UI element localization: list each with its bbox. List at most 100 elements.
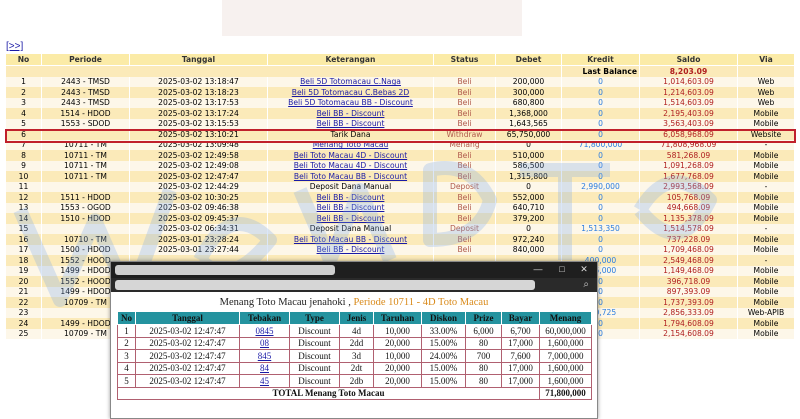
row-debet: 680,800 — [495, 97, 562, 108]
keterangan-cell: Beli BB - Discount — [267, 244, 434, 255]
row-debet: 552,000 — [495, 192, 562, 203]
win-type: Discount — [289, 336, 340, 350]
row-tanggal: 2025-03-01 23:28:24 — [129, 234, 268, 245]
row-kredit: 71,800,000 — [561, 139, 640, 150]
row-kredit: 0 — [561, 108, 640, 119]
keterangan-link[interactable]: Beli Toto Macau BB - Discount — [294, 172, 407, 181]
keterangan-cell: Beli BB - Discount — [267, 192, 434, 203]
row-no: 2 — [5, 87, 42, 98]
row-tanggal: 2025-03-02 12:49:58 — [129, 150, 268, 161]
row-no: 3 — [5, 97, 42, 108]
row-kredit: 0 — [561, 97, 640, 108]
close-button[interactable]: ✕ — [577, 264, 591, 275]
row-kredit: 0 — [561, 202, 640, 213]
winning-detail-window: — □ ✕ ⌕ Menang Toto Macau jenahoki , Per… — [110, 261, 598, 419]
row-no: 5 — [5, 118, 42, 129]
row-debet: 1,643,565 — [495, 118, 562, 129]
row-tanggal: 2025-03-02 13:17:53 — [129, 97, 268, 108]
row-status: Beli — [433, 192, 496, 203]
keterangan-link[interactable]: Beli BB - Discount — [317, 245, 385, 254]
row-kredit: 0 — [561, 150, 640, 161]
keterangan-link[interactable]: Beli Toto Macau BB - Discount — [294, 235, 407, 244]
win-col-tebakan: Tebakan — [239, 311, 290, 325]
win-tanggal: 2025-03-02 12:47:47 — [135, 349, 240, 363]
row-via: Mobile — [737, 328, 795, 339]
row-status: Beli — [433, 171, 496, 182]
win-taruhan: 20,000 — [373, 361, 422, 375]
row-kredit: 0 — [561, 160, 640, 171]
table-row: 12 1511 - HDOD 2025-03-02 10:30:25 Beli BB … — [5, 192, 795, 203]
row-via: Mobile — [737, 202, 795, 213]
row-no: 8 — [5, 150, 42, 161]
keterangan-link[interactable]: Beli Toto Macau 4D - Discount — [294, 161, 407, 170]
keterangan-link[interactable]: Beli 5D Totomacau C.Naga — [300, 77, 401, 86]
keterangan-link[interactable]: Beli 5D Totomacau BB - Discount — [288, 98, 413, 107]
minimize-button[interactable]: — — [531, 264, 545, 274]
row-periode: 10711 - TM — [41, 150, 130, 161]
row-tanggal: 2025-03-02 12:49:08 — [129, 160, 268, 171]
row-saldo: 71,808,968.09 — [639, 139, 738, 150]
keterangan-cell: Beli BB - Discount — [267, 213, 434, 224]
table-row: 13 1553 - OGOD 2025-03-02 09:46:38 Beli BB … — [5, 202, 795, 213]
tebakan-link[interactable]: 45 — [260, 376, 269, 386]
keterangan-link[interactable]: Beli BB - Discount — [317, 193, 385, 202]
row-kredit: 0 — [561, 129, 640, 140]
row-via: Mobile — [737, 213, 795, 224]
keterangan-link[interactable]: Beli BB - Discount — [317, 119, 385, 128]
tebakan-link[interactable]: 845 — [258, 351, 272, 361]
win-col-menang: Menang — [539, 311, 592, 325]
table-row: 1 2443 - TMSD 2025-03-02 13:18:47 Beli 5D T… — [5, 76, 795, 87]
keterangan-cell: Beli 5D Totomacau BB - Discount — [267, 97, 434, 108]
expand-link[interactable]: [>>] — [6, 41, 23, 52]
win-row: 3 2025-03-02 12:47:47 845 Discount 3d 10,000 2… — [117, 349, 592, 363]
tebakan-link[interactable]: 08 — [260, 338, 269, 348]
col-header-status: Status — [433, 53, 496, 66]
win-taruhan: 20,000 — [373, 336, 422, 350]
row-via: Web — [737, 97, 795, 108]
win-total-row: TOTAL Menang Toto Macau 71,800,000 — [117, 386, 592, 400]
keterangan-link[interactable]: Menang Toto Macau — [313, 140, 389, 149]
row-debet: 0 — [495, 139, 562, 150]
row-via: - — [737, 139, 795, 150]
col-header-tanggal: Tanggal — [129, 53, 268, 66]
row-via: Web — [737, 76, 795, 87]
row-periode: 10711 - TM — [41, 139, 130, 150]
row-via: Mobile — [737, 297, 795, 308]
zoom-icon[interactable]: ⌕ — [583, 279, 589, 290]
row-status: Deposit — [433, 181, 496, 192]
win-diskon: 33.00% — [421, 324, 466, 338]
win-col-prize: Prize — [465, 311, 502, 325]
col-header-kredit: Kredit — [561, 53, 640, 66]
win-diskon: 15.00% — [421, 361, 466, 375]
keterangan-link[interactable]: Beli 5D Totomacau C.Bebas 2D — [292, 88, 409, 97]
row-status: Beli — [433, 150, 496, 161]
row-no: 20 — [5, 276, 42, 287]
keterangan-link[interactable]: Beli BB - Discount — [317, 214, 385, 223]
row-debet: 840,000 — [495, 244, 562, 255]
tebakan-link[interactable]: 0845 — [256, 326, 274, 336]
win-menang: 1,600,000 — [539, 374, 592, 388]
row-tanggal: 2025-03-02 13:15:53 — [129, 118, 268, 129]
row-saldo: 2,993,568.09 — [639, 181, 738, 192]
row-debet: 0 — [495, 181, 562, 192]
keterangan-cell: Beli 5D Totomacau C.Bebas 2D — [267, 87, 434, 98]
row-debet: 65,750,000 — [495, 129, 562, 140]
maximize-button[interactable]: □ — [555, 264, 569, 274]
keterangan-link[interactable]: Beli Toto Macau 4D - Discount — [294, 151, 407, 160]
row-tanggal: 2025-03-02 12:44:29 — [129, 181, 268, 192]
row-debet: 1,368,000 — [495, 108, 562, 119]
tebakan-link[interactable]: 84 — [260, 363, 269, 373]
popup-heading: Menang Toto Macau jenahoki , Periode 107… — [111, 297, 597, 308]
row-periode: 1553 - OGOD — [41, 202, 130, 213]
row-tanggal: 2025-03-01 23:27:44 — [129, 244, 268, 255]
win-menang: 7,000,000 — [539, 349, 592, 363]
row-saldo: 1,135,378.09 — [639, 213, 738, 224]
address-bar[interactable]: ⌕ — [111, 278, 597, 292]
row-periode — [41, 129, 130, 140]
win-no: 5 — [117, 374, 136, 388]
keterangan-cell: Beli BB - Discount — [267, 118, 434, 129]
keterangan-link[interactable]: Beli BB - Discount — [317, 109, 385, 118]
win-diskon: 15.00% — [421, 336, 466, 350]
row-via: Mobile — [737, 276, 795, 287]
keterangan-link[interactable]: Beli BB - Discount — [317, 203, 385, 212]
